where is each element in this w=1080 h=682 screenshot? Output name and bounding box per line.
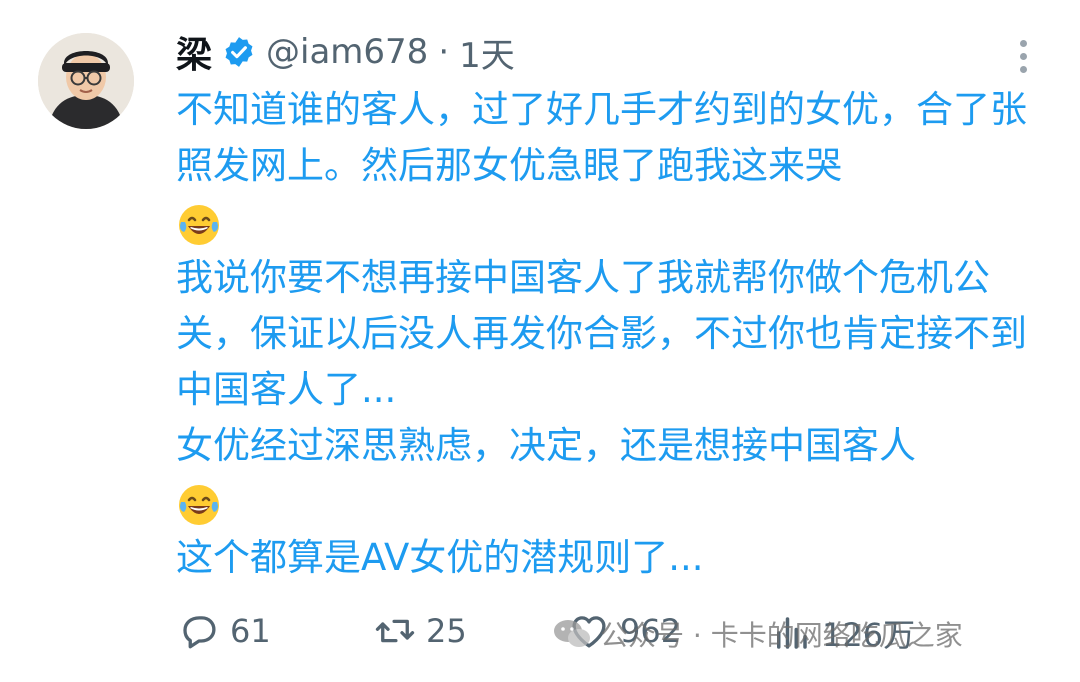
header-separator: · [438, 32, 450, 72]
tweet-paragraph-2: 我说你要不想再接中国客人了我就帮你做个危机公关，保证以后没人再发你合影，不过你也… [176, 256, 1027, 411]
tweet-timestamp[interactable]: 1天 [459, 28, 515, 77]
retweet-count: 25 [426, 612, 467, 650]
watermark-text: 公众号 · 卡卡的网络吃瓜之家 [600, 619, 963, 652]
watermark: 公众号 · 卡卡的网络吃瓜之家 [552, 614, 963, 654]
reply-icon [183, 616, 216, 649]
reply-count: 61 [230, 612, 271, 650]
verified-badge-icon [225, 37, 253, 67]
retweet-button[interactable]: 25 [374, 610, 467, 652]
retweet-icon [375, 619, 415, 643]
author-avatar[interactable] [38, 33, 134, 129]
tweet-paragraph-4: 这个都算是AV女优的潜规则了... [176, 536, 704, 579]
reply-button[interactable]: 61 [178, 610, 271, 652]
tweet-paragraph-3: 女优经过深思熟虑，决定，还是想接中国客人 [176, 424, 916, 467]
author-name[interactable]: 梁 [176, 26, 212, 78]
avatar-image [38, 33, 134, 129]
wechat-logo-icon [554, 620, 590, 647]
more-options-icon[interactable] [1008, 36, 1038, 76]
tweet-paragraph-1: 不知道谁的客人，过了好几手才约到的女优，合了张照发网上。然后那女优急眼了跑我这来… [176, 88, 1027, 187]
tweet-body: 不知道谁的客人，过了好几手才约到的女优，合了张照发网上。然后那女优急眼了跑我这来… [176, 82, 1056, 586]
laughing-tears-emoji-icon [176, 482, 222, 528]
laughing-tears-emoji-icon [176, 202, 222, 248]
author-handle[interactable]: @iam678 [266, 32, 428, 72]
tweet-header: 梁 @iam678 · 1天 [176, 22, 515, 82]
